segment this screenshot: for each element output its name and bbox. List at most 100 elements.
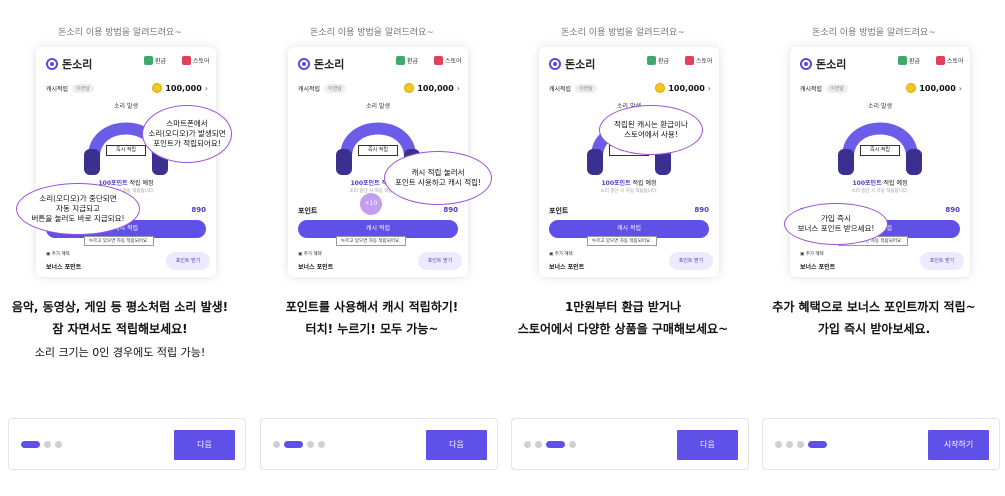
brand-name: 돈소리 <box>314 58 345 71</box>
refund-icon <box>144 56 153 65</box>
get-points-button[interactable]: 포인트 받기 <box>669 252 713 270</box>
bonus-label: 보너스 포인트 <box>549 264 585 271</box>
refund-label: 환급 <box>909 58 921 65</box>
next-button[interactable]: 다음 <box>174 430 235 460</box>
cash-row[interactable]: 캐시적립 이번달 100,000 › <box>800 82 962 94</box>
app-preview-card: 돈소리 환급 스토어 캐시적립이번달100,000› 소리 발생 즉시 적립 1… <box>784 47 970 277</box>
get-points-button[interactable]: 포인트 받기 <box>166 252 210 270</box>
top-caption: 돈소리 이용 방법을 알려드려요~ <box>310 28 434 38</box>
headline: 포인트를 사용해서 캐시 적립하기! 터치! 누르기! 모두 가능~ <box>285 300 459 336</box>
store-label: 스토어 <box>193 58 210 65</box>
cash-label: 캐시적립 <box>298 85 321 93</box>
refund-icon <box>396 56 405 65</box>
cash-row[interactable]: 캐시적립 이번달 100,000 › <box>298 82 460 94</box>
gift-icon <box>936 56 945 65</box>
cash-tag: 이번달 <box>575 83 597 93</box>
refund-button[interactable]: 환급 <box>396 56 418 65</box>
app-preview-card: 돈소리 환급 스토어 캐시적립이번달100,000› 소리 발생 즉시 적립 1… <box>539 47 719 277</box>
points-estimate-suffix: 적립 예정 <box>630 180 657 187</box>
extra-benefit-text: 추가 혜택 <box>303 252 322 257</box>
store-button[interactable]: 스토어 <box>182 56 210 65</box>
extra-benefit-text: 추가 혜택 <box>805 252 824 257</box>
plus-points-badge: +10 <box>360 193 382 215</box>
brand: 돈소리 <box>800 56 846 72</box>
page-indicator <box>273 441 329 448</box>
bonus-label: 보너스 포인트 <box>298 264 334 271</box>
brand-logo-icon <box>549 58 561 70</box>
store-button[interactable]: 스토어 <box>434 56 462 65</box>
hold-note: 누르고 있으면 자동 적립되어요. <box>84 236 154 246</box>
page-dot <box>273 441 280 448</box>
page-dot <box>569 441 576 448</box>
tooltip-bubble: 가입 즉시 보너스 포인트 받으세요! <box>784 203 888 245</box>
instant-accumulate-button[interactable]: 즉시 적립 <box>358 145 398 156</box>
headphones-icon <box>838 122 922 175</box>
page-dot <box>55 441 62 448</box>
store-button[interactable]: 스토어 <box>936 56 964 65</box>
app-preview-card: 돈소리 환급 스토어 캐시적립이번달100,000› 소리 발생 즉시 적립 1… <box>288 47 492 277</box>
points-subtext: 소리 중단 시 자동 적립됩니다. <box>600 189 658 194</box>
points-estimate-value: 100포인트 <box>852 180 882 187</box>
refund-label: 환급 <box>155 58 167 65</box>
page-dot <box>797 441 804 448</box>
onboarding-panel-3: 돈소리 이용 방법을 알려드려요~ 돈소리 환급 스토어 캐시적립 이번달 100,… <box>503 0 749 496</box>
bonus-label: 보너스 포인트 <box>46 264 82 271</box>
gift-icon <box>434 56 443 65</box>
page-dot <box>786 441 793 448</box>
page-dot <box>775 441 782 448</box>
refund-button[interactable]: 환급 <box>647 56 669 65</box>
store-label: 스토어 <box>445 58 462 65</box>
cash-value: 100,000 <box>165 83 202 93</box>
points-value: 890 <box>945 206 960 214</box>
refund-button[interactable]: 환급 <box>144 56 166 65</box>
gift-icon <box>182 56 191 65</box>
cash-label: 캐시적립 <box>800 85 823 93</box>
chevron-right-icon: › <box>707 83 711 93</box>
refund-label: 환급 <box>658 58 670 65</box>
cash-row[interactable]: 캐시적립 이번달 100,000 › <box>549 82 711 94</box>
instant-accumulate-button[interactable]: 즉시 적립 <box>106 145 146 156</box>
points-value: 890 <box>191 206 206 214</box>
points-estimate-value: 100포인트 <box>350 180 380 187</box>
brand: 돈소리 <box>46 56 92 72</box>
tooltip-bubble: 적립된 캐시는 환급이나 스토어에서 사용! <box>599 105 703 155</box>
next-button[interactable]: 다음 <box>426 430 487 460</box>
cash-row[interactable]: 캐시적립 이번달 100,000 › <box>46 82 208 94</box>
footer-bar: 다음 <box>8 418 246 470</box>
get-points-button[interactable]: 포인트 받기 <box>418 252 462 270</box>
start-button[interactable]: 시작하기 <box>928 430 989 460</box>
footer-bar: 다음 <box>511 418 749 470</box>
points-value: 890 <box>443 206 458 214</box>
subline: 소리 크기는 0인 경우에도 적립 가능! <box>34 346 206 359</box>
page-dot <box>44 441 51 448</box>
extra-benefit-text: 추가 혜택 <box>554 252 573 257</box>
page-indicator <box>524 441 580 448</box>
next-button[interactable]: 다음 <box>677 430 738 460</box>
cash-tag: 이번달 <box>826 83 848 93</box>
cash-tag: 이번달 <box>72 83 94 93</box>
store-label: 스토어 <box>696 58 713 65</box>
brand-logo-icon <box>800 58 812 70</box>
headline: 추가 혜택으로 보너스 포인트까지 적립~ 가입 즉시 받아보세요. <box>772 300 976 336</box>
cash-tag: 이번달 <box>324 83 346 93</box>
page-dot <box>524 441 531 448</box>
extra-benefit-label: ▣ 추가 혜택 <box>549 251 573 257</box>
store-button[interactable]: 스토어 <box>685 56 713 65</box>
footer-bar: 시작하기 <box>762 418 1000 470</box>
brand-name: 돈소리 <box>816 58 847 71</box>
tooltip-bubble: 캐시 적립 눌러서 포인트 사용하고 캐시 적립! <box>384 151 492 205</box>
footer-bar: 다음 <box>260 418 498 470</box>
refund-icon <box>898 56 907 65</box>
page-dot <box>21 441 40 448</box>
onboarding-panel-4: 돈소리 이용 방법을 알려드려요~ 돈소리 환급 스토어 캐시적립 이번달 100,… <box>754 0 1000 496</box>
points-row: 포인트 890 <box>549 206 709 216</box>
instant-accumulate-button[interactable]: 즉시 적립 <box>860 145 900 156</box>
refund-button[interactable]: 환급 <box>898 56 920 65</box>
get-points-button[interactable]: 포인트 받기 <box>920 252 964 270</box>
cash-value: 100,000 <box>919 83 956 93</box>
chevron-right-icon: › <box>456 83 460 93</box>
onboarding-panel-1: 돈소리 이용 방법을 알려드려요~ 돈소리 환급 스토어 캐시적립 이번달 100,… <box>0 0 246 496</box>
store-label: 스토어 <box>947 58 964 65</box>
extra-benefit-label: ▣ 추가 혜택 <box>800 251 824 257</box>
points-value: 890 <box>694 206 709 214</box>
